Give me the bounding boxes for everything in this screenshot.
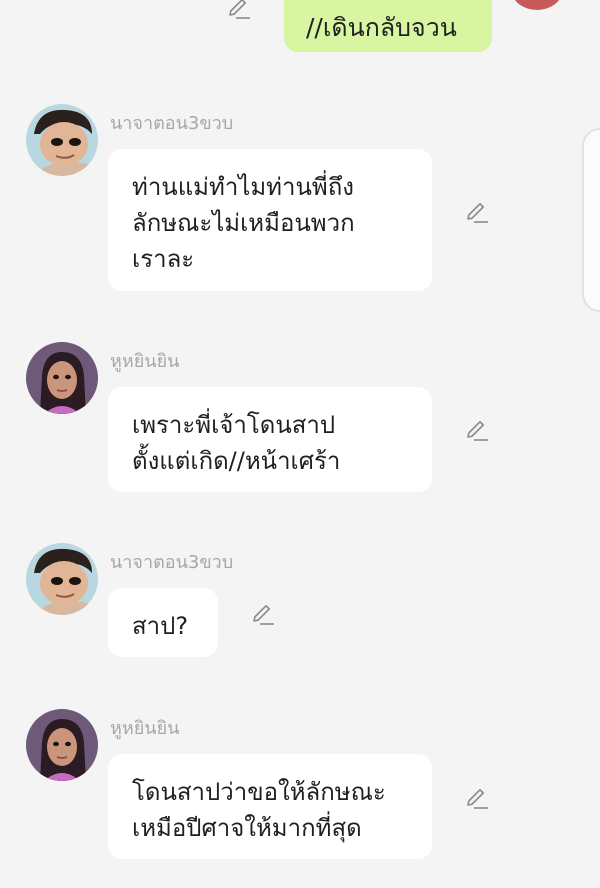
sender-name: หูหยินยิน (110, 351, 180, 372)
edit-icon[interactable] (462, 784, 490, 812)
avatar[interactable] (26, 709, 98, 781)
message-line: ตั้งแต่เกิด//หน้าเศร้า (132, 447, 341, 475)
own-message-bubble[interactable]: //เดินกลับจวน (284, 0, 492, 52)
sender-name: นาจาตอน3ขวบ (110, 113, 234, 134)
edit-icon[interactable] (248, 600, 276, 628)
message-line: เหมือปีศาจให้มากที่สุด (132, 814, 362, 842)
message-bubble[interactable]: ท่านแม่ทำไมท่านพี่ถึง ลักษณะไม่เหมือนพวก… (108, 149, 432, 291)
own-avatar[interactable] (512, 0, 562, 10)
avatar[interactable] (26, 104, 98, 176)
avatar[interactable] (26, 342, 98, 414)
message-line: สาป? (132, 612, 189, 640)
sender-name: หูหยินยิน (110, 718, 180, 739)
sender-name: นาจาตอน3ขวบ (110, 552, 234, 573)
message-bubble[interactable]: สาป? (108, 588, 218, 657)
edit-icon[interactable] (462, 416, 490, 444)
message-line: เพราะพี่เจ้าโดนสาป (132, 411, 336, 439)
message-bubble[interactable]: เพราะพี่เจ้าโดนสาป ตั้งแต่เกิด//หน้าเศร้… (108, 387, 432, 492)
edit-icon[interactable] (462, 198, 490, 226)
avatar[interactable] (26, 543, 98, 615)
message-line: ท่านแม่ทำไมท่านพี่ถึง (132, 173, 354, 201)
own-message-text: //เดินกลับจวน (306, 13, 457, 42)
edit-icon[interactable] (224, 0, 252, 22)
message-bubble[interactable]: โดนสาปว่าขอให้ลักษณะ เหมือปีศาจให้มากที่… (108, 754, 432, 859)
message-line: ลักษณะไม่เหมือนพวก (132, 209, 355, 237)
message-line: เราละ (132, 245, 195, 273)
message-line: โดนสาปว่าขอให้ลักษณะ (132, 778, 386, 806)
side-drawer-handle[interactable] (582, 128, 600, 312)
